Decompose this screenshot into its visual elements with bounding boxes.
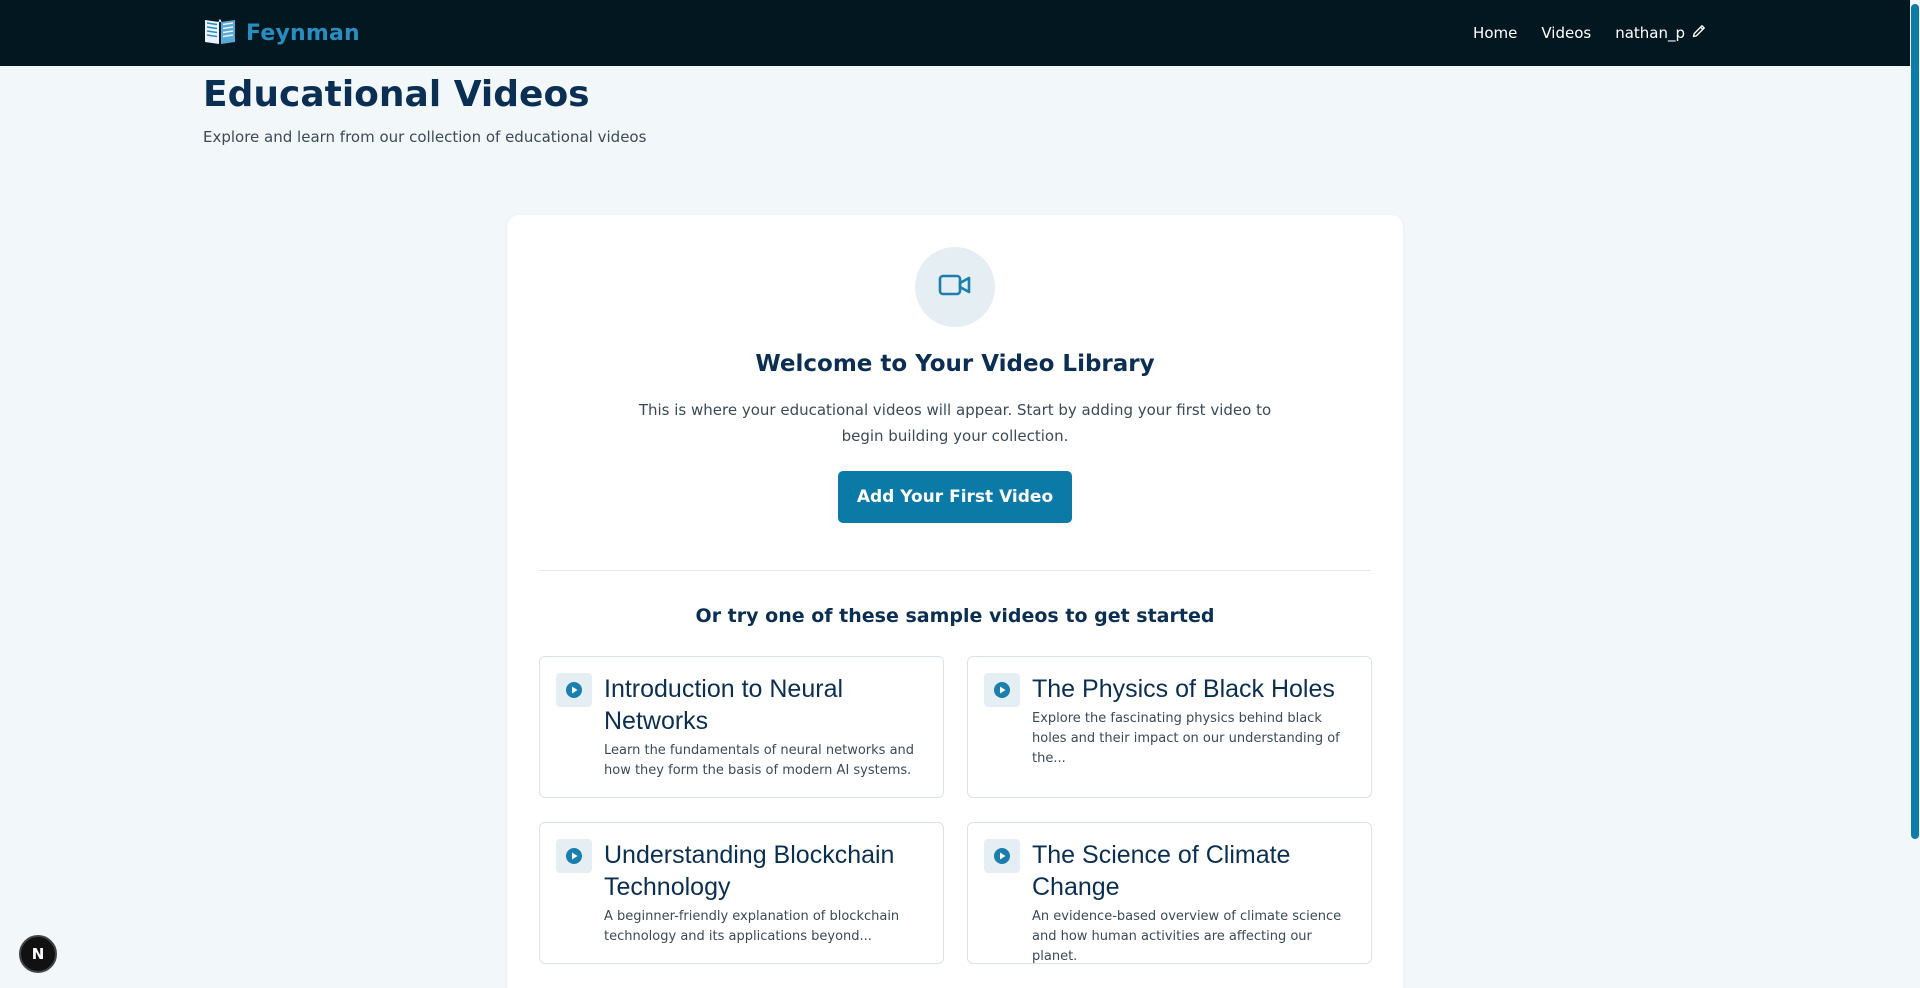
book-icon	[203, 16, 237, 50]
sample-video-card[interactable]: The Physics of Black Holes Explore the f…	[967, 656, 1372, 798]
brand-name: Feynman	[246, 20, 360, 46]
play-icon	[984, 839, 1020, 873]
sample-video-card[interactable]: Introduction to Neural Networks Learn th…	[539, 656, 944, 798]
sample-video-title: Introduction to Neural Networks	[604, 675, 844, 735]
username: nathan_p	[1615, 24, 1685, 42]
user-profile-link[interactable]: nathan_p	[1615, 23, 1707, 43]
welcome-title: Welcome to Your Video Library	[755, 351, 1155, 377]
play-icon	[984, 673, 1020, 707]
top-navbar: Feynman Home Videos nathan_p	[0, 0, 1910, 66]
brand-logo-link[interactable]: Feynman	[203, 16, 360, 50]
page-subtitle: Explore and learn from our collection of…	[203, 128, 647, 146]
page-scrollbar[interactable]	[1910, 0, 1920, 988]
video-camera-icon	[937, 270, 973, 304]
page-title: Educational Videos	[203, 74, 590, 115]
dev-tools-badge[interactable]: N	[19, 935, 57, 973]
sample-video-title: The Physics of Black Holes	[1032, 675, 1335, 703]
play-icon	[556, 839, 592, 873]
nav-link-home[interactable]: Home	[1473, 24, 1517, 42]
nav-link-videos[interactable]: Videos	[1541, 24, 1591, 42]
samples-heading: Or try one of these sample videos to get…	[695, 605, 1215, 627]
add-first-video-button[interactable]: Add Your First Video	[838, 471, 1072, 523]
sample-video-title: Understanding Blockchain Technology	[604, 841, 895, 901]
sample-video-card[interactable]: Understanding Blockchain Technology A be…	[539, 822, 944, 964]
sample-video-description: Learn the fundamentals of neural network…	[604, 743, 915, 778]
play-icon	[556, 673, 592, 707]
scrollbar-thumb[interactable]	[1911, 4, 1919, 839]
nav-links: Home Videos nathan_p	[1473, 0, 1707, 66]
sample-video-title: The Science of Climate Change	[1032, 841, 1291, 901]
sample-video-description: A beginner-friendly explanation of block…	[604, 909, 900, 944]
video-icon-circle	[915, 247, 995, 327]
pencil-icon	[1691, 23, 1707, 43]
sample-video-description: An evidence-based overview of climate sc…	[1032, 909, 1342, 964]
welcome-description: This is where your educational videos wi…	[638, 401, 1272, 445]
divider	[539, 570, 1371, 571]
sample-video-card[interactable]: The Science of Climate Change An evidenc…	[967, 822, 1372, 964]
video-library-card: Welcome to Your Video Library This is wh…	[507, 215, 1403, 988]
sample-video-description: Explore the fascinating physics behind b…	[1032, 711, 1340, 766]
